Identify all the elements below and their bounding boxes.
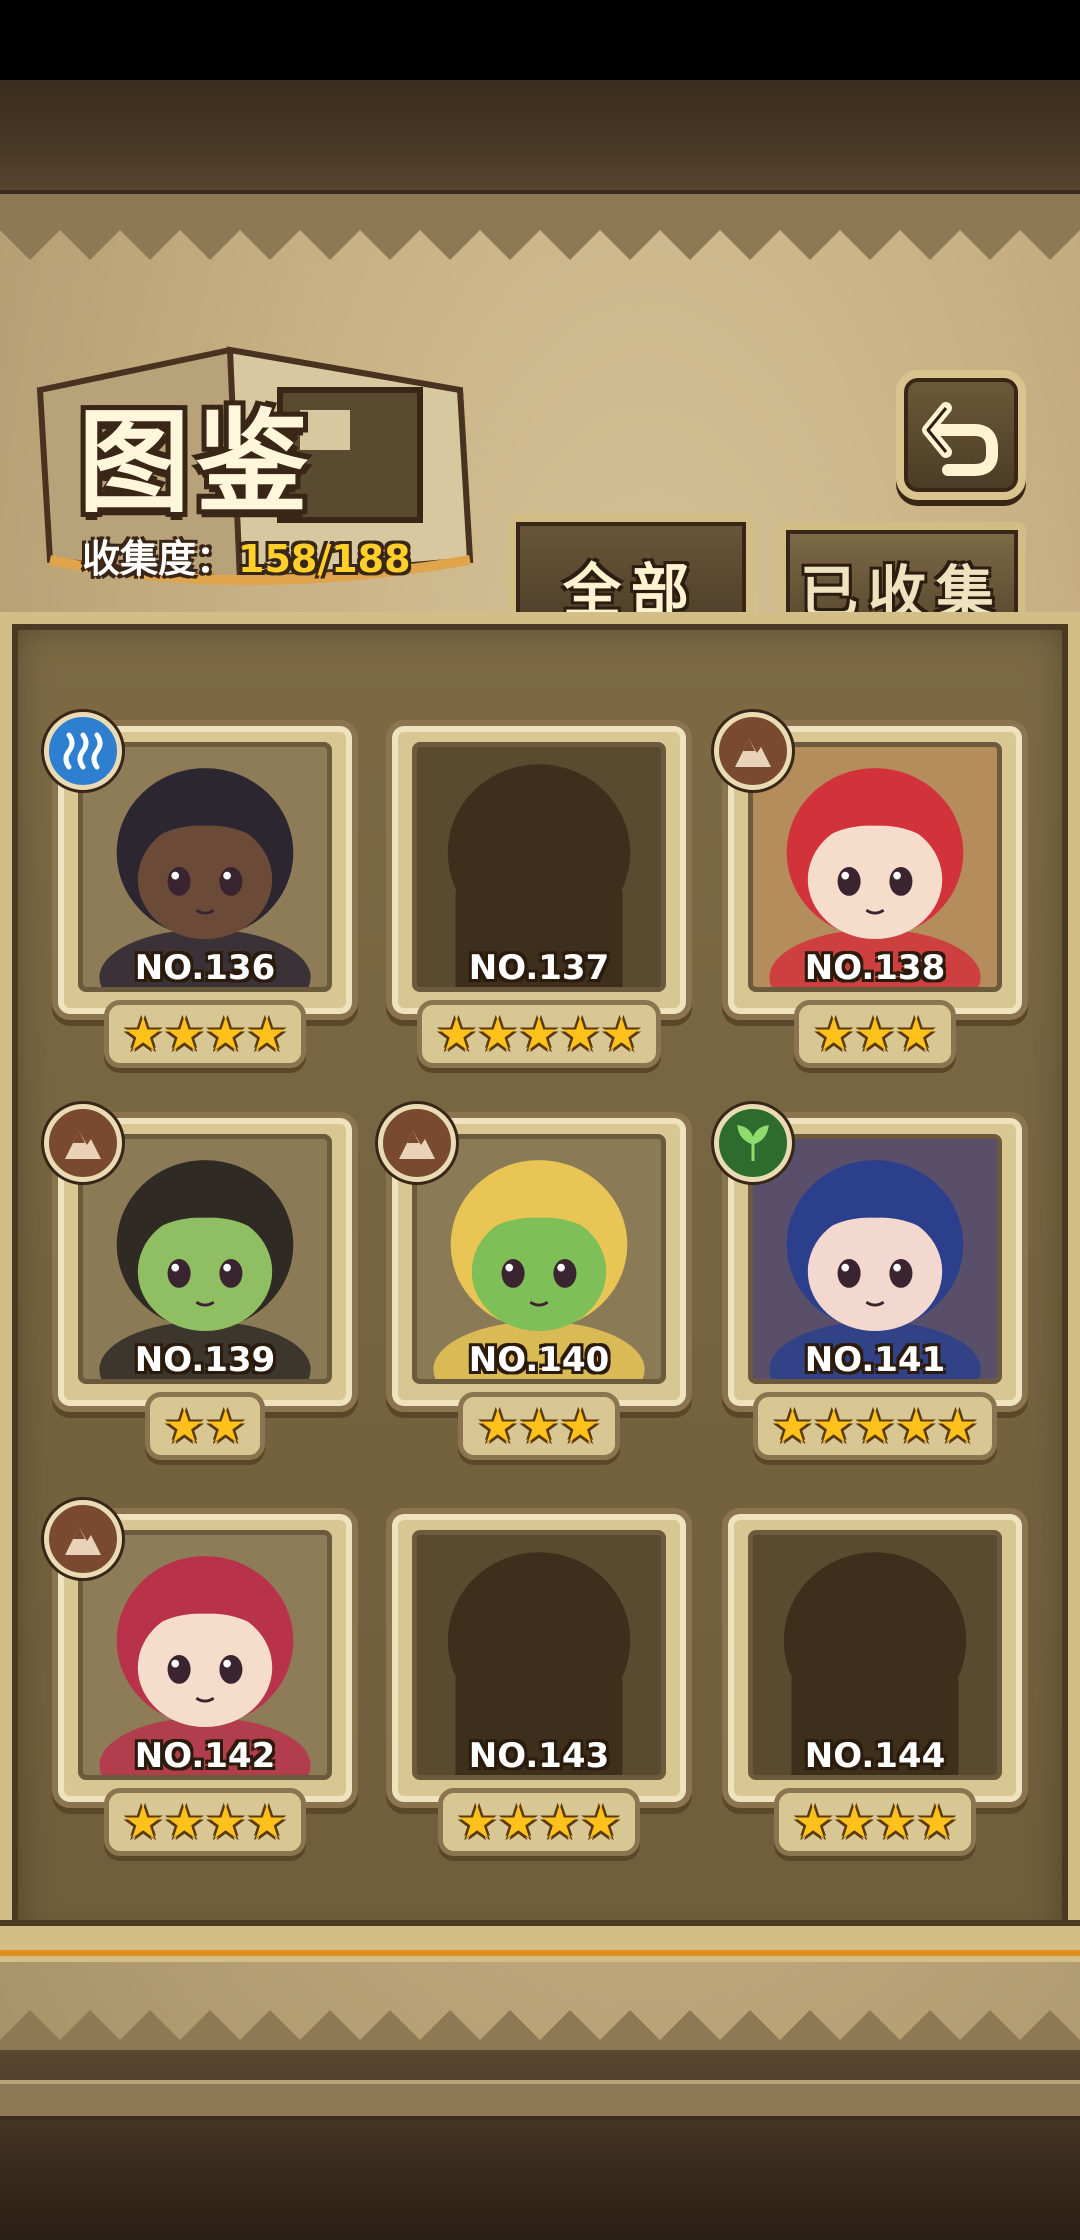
panel-bottom-bar	[0, 1920, 1080, 1956]
star-rating: ★★★	[722, 1000, 1028, 1068]
star-rating: ★★★★	[722, 1788, 1028, 1856]
star-plate: ★★★★	[103, 1788, 307, 1856]
star-plate: ★★★★★	[416, 1000, 662, 1068]
character-card[interactable]: NO.144 ★★★★	[722, 1508, 1028, 1856]
card-number: NO.136	[134, 948, 276, 988]
character-card[interactable]: NO.139 ★★	[44, 1104, 358, 1460]
earth-icon	[714, 712, 792, 790]
star-plate: ★★★★	[103, 1000, 307, 1068]
back-arrow-icon	[922, 402, 998, 476]
card-number: NO.142	[134, 1736, 276, 1776]
star-plate: ★★★	[794, 1000, 956, 1068]
bottom-border	[0, 2050, 1080, 2240]
card-number: NO.143	[468, 1736, 610, 1776]
grass-icon	[714, 1104, 792, 1182]
bottom-border-stripe	[0, 2080, 1080, 2120]
character-card[interactable]: NO.142 ★★★★	[44, 1500, 358, 1856]
back-button[interactable]	[896, 370, 1026, 500]
star-icons: ★★★★	[122, 1007, 288, 1061]
earth-icon	[44, 1104, 122, 1182]
card-number: NO.138	[804, 948, 946, 988]
star-rating: ★★★★	[52, 1000, 358, 1068]
star-plate: ★★★★★	[752, 1392, 998, 1460]
star-rating: ★★★	[386, 1392, 692, 1460]
star-icons: ★★★	[813, 1007, 937, 1061]
card-number: NO.141	[804, 1340, 946, 1380]
star-rating: ★★★★	[386, 1788, 692, 1856]
card-number: NO.140	[468, 1340, 610, 1380]
star-plate: ★★★	[458, 1392, 620, 1460]
collection-label: 收集度：	[82, 537, 235, 581]
star-icons: ★★★★★	[771, 1399, 979, 1453]
character-card[interactable]: NO.143 ★★★★	[386, 1508, 692, 1856]
character-card[interactable]: NO.137 ★★★★★	[386, 720, 692, 1068]
character-card[interactable]: NO.140 ★★★	[378, 1104, 692, 1460]
star-rating: ★★	[52, 1392, 358, 1460]
tab-collected[interactable]: 已收集	[778, 522, 1026, 627]
star-icons: ★★★★★	[435, 1007, 643, 1061]
star-plate: ★★★★	[773, 1788, 977, 1856]
star-plate: ★★	[144, 1392, 266, 1460]
star-icons: ★★★★	[122, 1795, 288, 1849]
star-icons: ★★★	[477, 1399, 601, 1453]
star-plate: ★★★★	[437, 1788, 641, 1856]
earth-icon	[44, 1500, 122, 1578]
top-border	[0, 80, 1080, 200]
water-icon	[44, 712, 122, 790]
character-card[interactable]: NO.136 ★★★★	[44, 712, 358, 1068]
collection-value: 158/188	[238, 537, 411, 581]
card-number: NO.139	[134, 1340, 276, 1380]
star-icons: ★★	[163, 1399, 247, 1453]
zigzag-top-edge	[0, 210, 1080, 260]
card-number: NO.144	[804, 1736, 946, 1776]
star-rating: ★★★★★	[386, 1000, 692, 1068]
collection-progress: 收集度： 158/188	[82, 528, 411, 583]
star-rating: ★★★★★	[722, 1392, 1028, 1460]
star-icons: ★★★★	[456, 1795, 622, 1849]
star-icons: ★★★★	[792, 1795, 958, 1849]
character-card[interactable]: NO.141 ★★★★★	[714, 1104, 1028, 1460]
page-title: 图鉴	[78, 397, 314, 528]
earth-icon	[378, 1104, 456, 1182]
status-bar	[0, 0, 1080, 80]
character-card[interactable]: NO.138 ★★★	[714, 712, 1028, 1068]
star-rating: ★★★★	[52, 1788, 358, 1856]
card-number: NO.137	[468, 948, 610, 988]
